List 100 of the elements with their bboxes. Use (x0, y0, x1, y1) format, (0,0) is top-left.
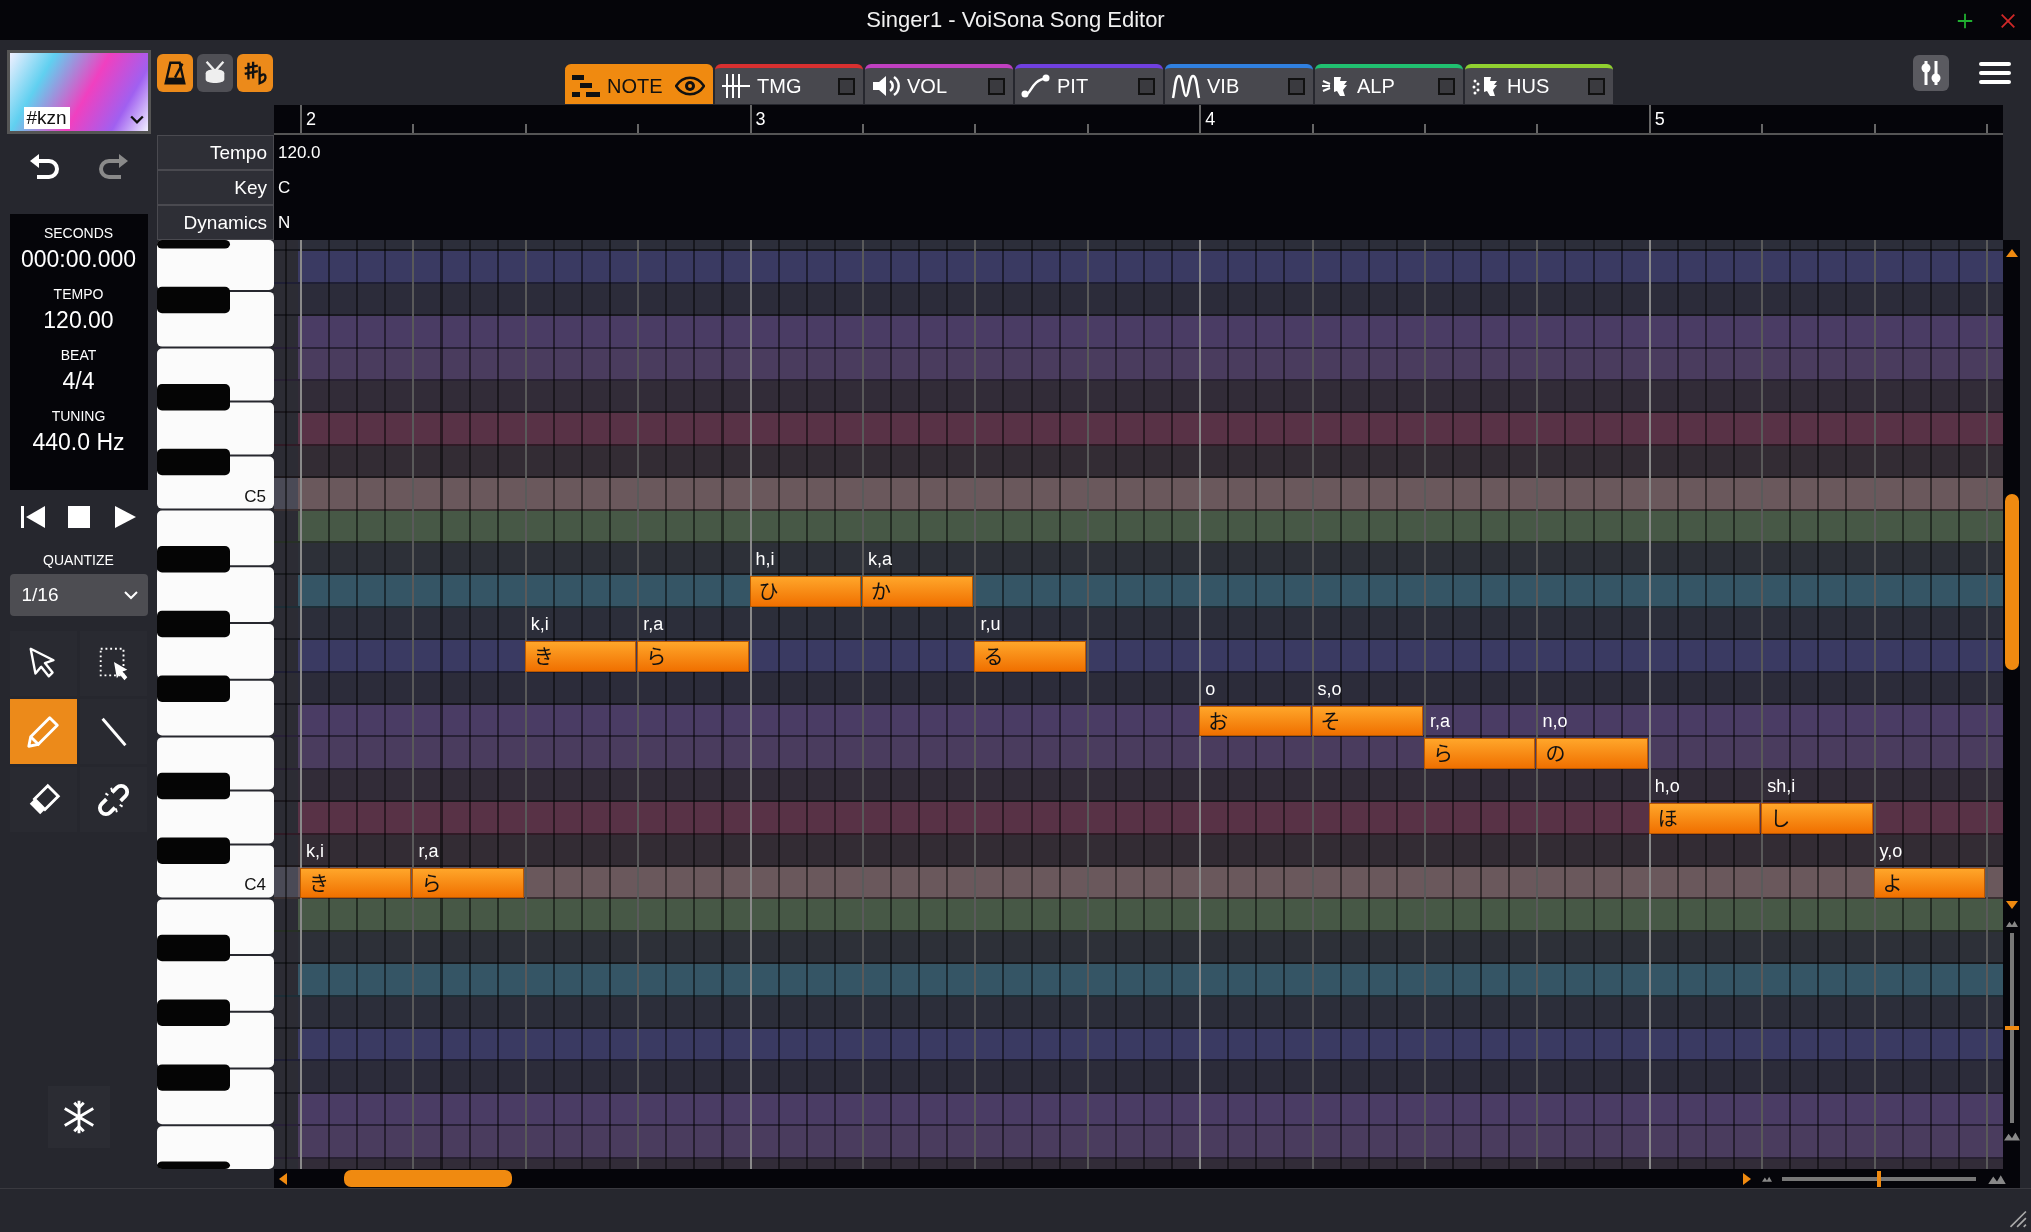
mountain-icon (1762, 1175, 1772, 1182)
phoneme-label: k,a (868, 548, 892, 571)
info-label: TEMPO (53, 286, 104, 302)
note-block[interactable]: る (974, 641, 1086, 672)
phoneme-label: n,o (1542, 710, 1568, 733)
parameter-tab[interactable]: NOTE (565, 64, 713, 104)
note-block[interactable]: ら (412, 868, 524, 899)
measure-number: 3 (755, 109, 766, 130)
quantize-dropdown[interactable]: 1/16 (9, 574, 148, 616)
note-block[interactable]: よ (1873, 868, 1985, 899)
phoneme-label: k,i (306, 840, 324, 862)
note-block[interactable]: き (524, 641, 637, 672)
vertical-scrollbar-thumb[interactable] (2004, 494, 2019, 670)
slider-thumb[interactable] (1877, 1170, 1881, 1187)
checkbox[interactable] (1438, 77, 1455, 95)
quantize-label: QUANTIZE (43, 552, 114, 568)
measure-number: 2 (306, 109, 316, 130)
info-value: 440.0 Hz (32, 429, 125, 456)
note-block[interactable]: の (1536, 738, 1648, 769)
note-block[interactable]: ら (1424, 738, 1536, 769)
close-icon[interactable] (1999, 12, 2017, 30)
measure-number: 4 (1205, 109, 1216, 130)
eye-icon[interactable] (675, 75, 705, 97)
note-block[interactable]: し (1761, 803, 1873, 834)
phoneme-label: h,o (1654, 775, 1680, 798)
phoneme-label: r,a (418, 840, 439, 862)
skip-to-start-icon[interactable] (19, 504, 46, 530)
mountain-icon (2005, 920, 2018, 927)
scroll-right-arrow-icon[interactable] (1742, 1171, 1752, 1186)
phoneme-label: r,a (1430, 710, 1450, 733)
menu-icon[interactable] (1979, 60, 2011, 85)
wave-icon (1171, 73, 1201, 99)
parameter-tab[interactable]: PIT (1015, 64, 1163, 104)
phoneme-label: r,u (980, 613, 1001, 636)
note-block[interactable]: き (300, 868, 412, 899)
checkbox[interactable] (1588, 77, 1605, 95)
info-label: SECONDS (43, 225, 114, 241)
phoneme-label: h,i (755, 548, 775, 571)
measure-number: 5 (1654, 109, 1665, 130)
chevron-down-icon (123, 590, 138, 600)
note-block[interactable]: そ (1311, 706, 1423, 737)
parameter-tab[interactable]: HUS (1465, 64, 1613, 104)
note-grid[interactable]: k,i き r,a ら k,i き r,a ら h,i ひ k,a か r,u る o お s,o そ r,a ら n,o の h,o ほ sh,i し y,o よ (274, 240, 2003, 1169)
window-title: Singer1 - VoiSona Song Editor (866, 7, 1165, 33)
scroll-left-arrow-icon[interactable] (278, 1171, 288, 1186)
accidental-toggle[interactable] (237, 53, 273, 92)
parameter-value[interactable]: N (274, 205, 2003, 240)
chevron-down-icon (129, 115, 144, 125)
phoneme-label: k,i (530, 613, 549, 636)
parameter-tab[interactable]: VOL (865, 64, 1013, 104)
slider-thumb[interactable] (2004, 1026, 2019, 1030)
phoneme-label: r,a (643, 613, 664, 636)
phoneme-label: o (1205, 678, 1216, 700)
phoneme-label: sh,i (1767, 775, 1796, 798)
mountain-icon (1988, 1173, 2006, 1184)
info-value: 120.00 (43, 307, 114, 334)
note-block[interactable]: ひ (749, 576, 861, 607)
key-label: C5 (244, 486, 266, 506)
note-block[interactable]: ほ (1648, 803, 1761, 834)
info-value: 000:00.000 (20, 246, 137, 273)
note-bars-icon (571, 73, 601, 99)
note-block[interactable]: か (862, 576, 974, 607)
add-icon[interactable] (1956, 12, 1974, 30)
parameter-value[interactable]: C (274, 170, 2003, 205)
grid-icon (721, 73, 751, 99)
checkbox[interactable] (1138, 77, 1155, 95)
key-label: C4 (244, 875, 266, 895)
info-value: 4/4 (62, 368, 95, 395)
pitch-curve-icon (1021, 73, 1051, 99)
info-label: BEAT (60, 347, 97, 363)
checkbox[interactable] (1288, 77, 1305, 95)
stop-icon[interactable] (65, 504, 92, 530)
mountain-icon (2003, 1131, 2020, 1141)
parameter-tab[interactable]: ALP (1315, 64, 1463, 104)
horizontal-scrollbar-thumb[interactable] (344, 1170, 512, 1187)
parameter-label: Dynamics (157, 205, 274, 240)
info-label: TUNING (51, 408, 106, 424)
scroll-up-arrow-icon[interactable] (2004, 248, 2019, 258)
singer-avatar[interactable]: #kzn (6, 50, 151, 134)
speaker-icon (871, 73, 901, 99)
parameter-value[interactable]: 120.0 (274, 135, 2003, 170)
horizontal-zoom-slider[interactable] (1782, 1170, 1976, 1187)
note-block[interactable]: ら (637, 641, 749, 672)
parameter-label: Key (157, 170, 274, 205)
phoneme-label: y,o (1879, 840, 1903, 862)
drum-toggle[interactable] (197, 53, 233, 92)
parameter-tab[interactable]: TMG (715, 64, 863, 104)
scroll-down-arrow-icon[interactable] (2004, 900, 2019, 910)
singer-name: #kzn (23, 107, 70, 129)
phoneme-label: s,o (1317, 678, 1342, 700)
checkbox[interactable] (988, 77, 1005, 95)
note-block[interactable]: お (1199, 706, 1311, 737)
piano-keyboard-drawing[interactable] (157, 240, 274, 1169)
timeline-ruler[interactable]: 2 3 4 5 (274, 105, 2003, 135)
metronome-toggle[interactable] (157, 53, 193, 92)
parameter-tab[interactable]: VIB (1165, 64, 1313, 104)
mixer-button[interactable] (1913, 54, 1949, 91)
vertical-zoom-slider[interactable] (2004, 933, 2019, 1123)
parameter-label: Tempo (157, 135, 274, 170)
checkbox[interactable] (838, 77, 855, 95)
